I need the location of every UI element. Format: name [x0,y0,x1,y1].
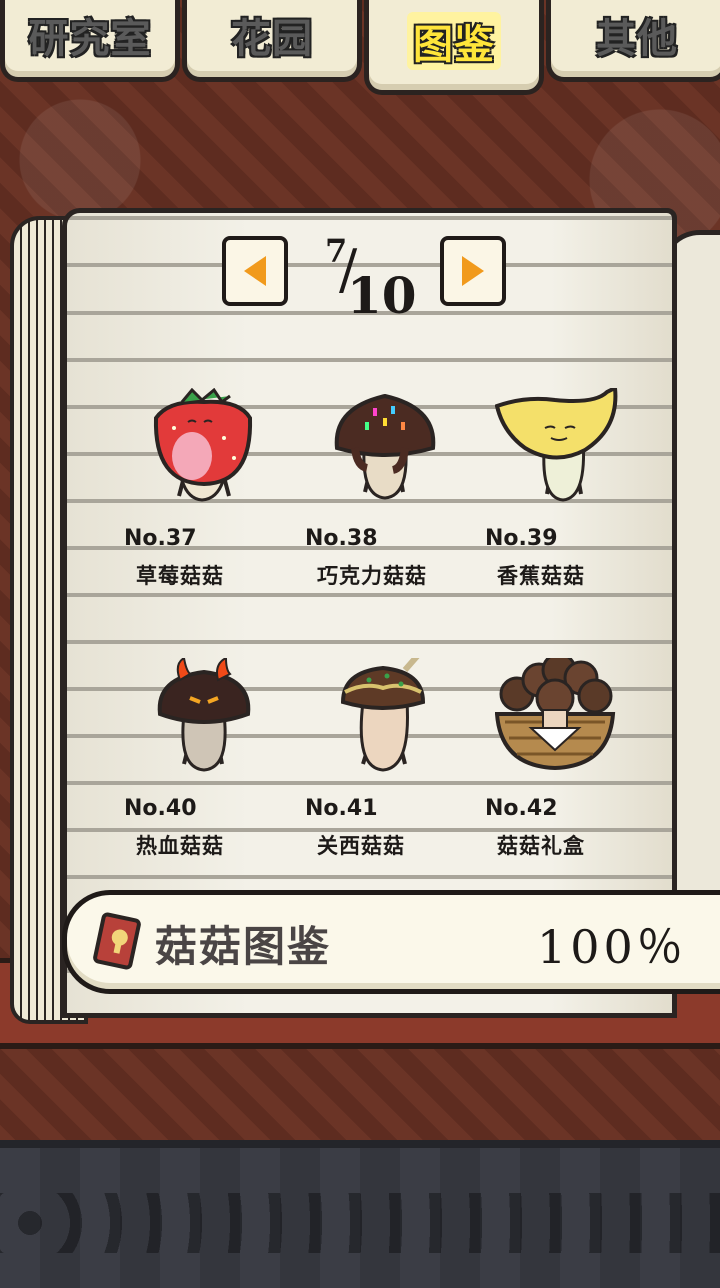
banana-mushroom-icon [495,388,618,502]
tab-lab[interactable]: 研究室 [0,0,180,82]
bottom-border-decoration [0,1140,720,1288]
left-arrow-icon [244,256,266,286]
entry-39[interactable]: No.39 香蕉菇菇 [485,388,655,608]
entry-name: 香蕉菇菇 [497,564,585,588]
entry-37[interactable]: No.37 草莓菇菇 [124,388,294,608]
page-indicator: 7 / 10 [315,232,425,325]
chocolate-mushroom-icon [334,393,436,500]
entry-41[interactable]: No.41 关西菇菇 [305,658,475,878]
total-pages: 10 [347,266,417,325]
entry-name: 菇菇礼盒 [497,834,585,858]
tab-other[interactable]: 其他 [546,0,720,82]
tab-encyclopedia-label: 图鉴 [407,12,501,70]
prev-page-button[interactable] [222,236,288,306]
mushroom-gift-box-icon [495,658,616,771]
entry-name: 热血菇菇 [136,834,224,858]
tab-other-label: 其他 [596,15,678,62]
entry-38[interactable]: No.38 巧克力菇菇 [305,388,475,608]
entry-42[interactable]: No.42 菇菇礼盒 [485,658,655,878]
collection-label: 菇菇图鉴 [155,922,332,971]
hot-blooded-mushroom-icon [157,658,251,772]
tab-lab-label: 研究室 [28,15,152,62]
entry-number: No.40 [124,796,197,821]
entry-number: No.39 [485,526,558,551]
right-arrow-icon [462,256,484,286]
entry-name: 草莓菇菇 [136,564,224,588]
entry-number: No.38 [305,526,378,551]
next-page-button[interactable] [440,236,506,306]
top-tab-bar: 研究室 花园 图鉴 其他 [0,0,720,95]
entry-name: 关西菇菇 [317,834,405,858]
strawberry-mushroom-icon [153,388,253,502]
tab-encyclopedia[interactable]: 图鉴 [364,0,544,95]
entry-40[interactable]: No.40 热血菇菇 [124,658,294,878]
collection-percent: 100％ [537,920,687,974]
entry-number: No.37 [124,526,197,551]
entry-number: No.41 [305,796,378,821]
entry-number: No.42 [485,796,558,821]
entry-name: 巧克力菇菇 [317,564,427,588]
book-icon [93,912,141,970]
collection-progress-bar: 菇菇图鉴 100％ [62,890,720,994]
tab-garden[interactable]: 花园 [182,0,362,82]
tab-garden-label: 花园 [231,15,313,62]
kansai-mushroom-icon [340,658,426,772]
